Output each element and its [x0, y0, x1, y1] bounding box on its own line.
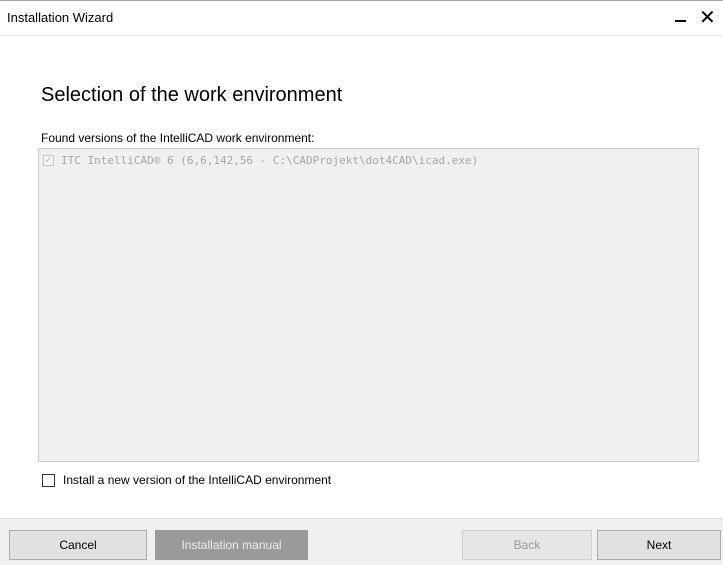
button-bar: Cancel Installation manual Back Next	[0, 518, 723, 565]
new-version-option[interactable]: Install a new version of the IntelliCAD …	[42, 472, 331, 488]
list-item-label: ITC IntelliCAD® 6 (6,6,142,56 - C:\CADPr…	[61, 153, 479, 167]
new-version-checkbox[interactable]	[42, 473, 55, 487]
close-icon[interactable]: ✕	[699, 1, 723, 36]
list-item: ✓ ITC IntelliCAD® 6 (6,6,142,56 - C:\CAD…	[43, 152, 478, 168]
cancel-button[interactable]: Cancel	[9, 530, 147, 560]
next-button[interactable]: Next	[597, 530, 721, 560]
found-versions-list[interactable]: ✓ ITC IntelliCAD® 6 (6,6,142,56 - C:\CAD…	[38, 148, 699, 462]
minimize-icon[interactable]	[664, 1, 694, 36]
wizard-content: Selection of the work environment Found …	[0, 36, 723, 518]
checkbox-checked-disabled-icon: ✓	[43, 154, 54, 166]
new-version-label: Install a new version of the IntelliCAD …	[63, 473, 332, 487]
found-versions-label: Found versions of the IntelliCAD work en…	[41, 131, 315, 145]
title-bar: Installation Wizard ✕	[0, 0, 723, 36]
back-button: Back	[462, 530, 592, 560]
window-title: Installation Wizard	[7, 10, 114, 25]
installation-manual-button[interactable]: Installation manual	[155, 530, 308, 560]
installation-wizard-window: Installation Wizard ✕ Selection of the w…	[0, 0, 723, 565]
page-title: Selection of the work environment	[41, 84, 343, 106]
